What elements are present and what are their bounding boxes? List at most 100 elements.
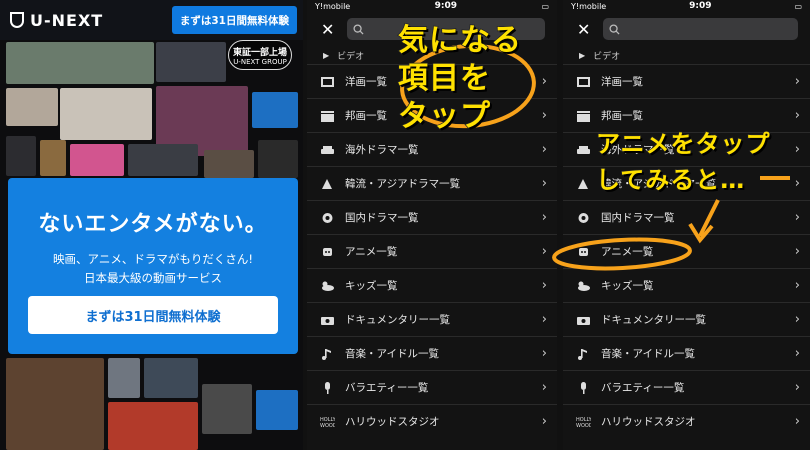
video-section-header[interactable]: ▶ ビデオ (563, 46, 810, 64)
menu-item-label: 洋画一覧 (601, 76, 643, 88)
chevron-right-icon: › (541, 210, 547, 225)
film-icon (575, 75, 591, 89)
poster-tile (6, 136, 36, 176)
hollywood-icon: HOLLY WOOD (575, 415, 591, 429)
menu-item-label: キッズ一覧 (601, 280, 654, 292)
tap-callout: 気になる 項目を タップ (397, 22, 522, 135)
menu-item[interactable]: HOLLY WOOD ハリウッドスタジオ › (307, 404, 557, 438)
menu-item-label: 音楽・アイドル一覧 (345, 348, 439, 360)
search-icon (353, 23, 364, 35)
close-icon[interactable]: ✕ (321, 20, 343, 39)
svg-text:WOOD: WOOD (576, 423, 591, 428)
poster-tile (156, 42, 226, 82)
menu-item-label: アニメ一覧 (601, 246, 654, 258)
sofa-icon (319, 143, 335, 157)
poster-tile (70, 144, 124, 176)
close-icon[interactable]: ✕ (577, 20, 599, 39)
triangle-right-icon: ▶ (323, 50, 330, 60)
chevron-right-icon: › (794, 176, 800, 191)
menu-item[interactable]: アニメ一覧 › (563, 234, 810, 268)
chevron-right-icon: › (794, 312, 800, 327)
robot-icon (319, 245, 335, 259)
unext-logo-icon (10, 12, 24, 28)
poster-tile (6, 358, 104, 450)
fan-icon (575, 177, 591, 191)
chevron-right-icon: › (794, 74, 800, 89)
battery-icon: ▭ (541, 1, 549, 11)
chevron-right-icon: › (541, 74, 547, 89)
chevron-right-icon: › (541, 414, 547, 429)
duck-icon (319, 279, 335, 293)
chevron-right-icon: › (541, 278, 547, 293)
menu-item-label: ドキュメンタリー一覧 (345, 314, 450, 326)
status-bar: Y!mobile 9:09 ▭ (315, 1, 549, 11)
menu-item-label: 国内ドラマ一覧 (345, 212, 419, 224)
menu-item[interactable]: バラエティー一覧 › (307, 370, 557, 404)
menu-item-label: ドキュメンタリー一覧 (601, 314, 706, 326)
chevron-right-icon: › (541, 346, 547, 361)
hero-headline: ないエンタメがない。 (38, 212, 268, 237)
hero-banner: ないエンタメがない。 映画、アニメ、ドラマがもりだくさん! 日本最大級の動画サー… (8, 178, 298, 354)
menu-item-label: 邦画一覧 (601, 110, 643, 122)
search-icon (609, 23, 620, 35)
hero-subtitle: 映画、アニメ、ドラマがもりだくさん! 日本最大級の動画サービス (53, 252, 253, 285)
poster-tile (258, 140, 298, 178)
menu-item-label: 海外ドラマ一覧 (345, 144, 419, 156)
film-icon (319, 75, 335, 89)
music-note-icon (319, 347, 335, 361)
chevron-right-icon: › (541, 380, 547, 395)
poster-tile (128, 144, 198, 176)
menu-item[interactable]: バラエティー一覧 › (563, 370, 810, 404)
poster-tile (108, 402, 198, 450)
chevron-right-icon: › (794, 380, 800, 395)
menu-item-label: 邦画一覧 (345, 110, 387, 122)
menu-item[interactable]: 洋画一覧 › (563, 64, 810, 98)
menu-item-label: バラエティー一覧 (345, 382, 429, 394)
status-bar: Y!mobile 9:09 ▭ (571, 1, 802, 11)
free-trial-header-button[interactable]: まずは31日間無料体験 (171, 6, 297, 34)
chevron-right-icon: › (794, 244, 800, 259)
battery-icon: ▭ (794, 1, 802, 11)
menu-item-label: キッズ一覧 (345, 280, 398, 292)
menu-item[interactable]: ドキュメンタリー一覧 › (307, 302, 557, 336)
menu-item[interactable]: ドキュメンタリー一覧 › (563, 302, 810, 336)
film-clapper-icon (319, 109, 335, 123)
menu-item[interactable]: 音楽・アイドル一覧 › (307, 336, 557, 370)
search-row: ✕ (563, 12, 810, 46)
flower-icon (575, 211, 591, 225)
sofa-icon (575, 143, 591, 157)
poster-tile (6, 88, 58, 126)
menu-item[interactable]: アニメ一覧 › (307, 234, 557, 268)
menu-item[interactable]: 国内ドラマ一覧 › (563, 200, 810, 234)
unext-logo[interactable]: U-NEXT (10, 11, 103, 30)
menu-item[interactable]: キッズ一覧 › (563, 268, 810, 302)
triangle-right-icon: ▶ (579, 50, 586, 60)
unext-landing-panel: U-NEXT まずは31日間無料体験 東証一部上場 U-NEXT GROUP な… (0, 0, 303, 450)
menu-item[interactable]: HOLLY WOOD ハリウッドスタジオ › (563, 404, 810, 438)
menu-item[interactable]: 国内ドラマ一覧 › (307, 200, 557, 234)
menu-item[interactable]: キッズ一覧 › (307, 268, 557, 302)
hollywood-icon: HOLLY WOOD (319, 415, 335, 429)
free-trial-button[interactable]: まずは31日間無料体験 (28, 296, 278, 334)
menu-item[interactable]: 音楽・アイドル一覧 › (563, 336, 810, 370)
search-input[interactable] (603, 18, 798, 40)
poster-tile (108, 358, 140, 398)
listed-badge: 東証一部上場 U-NEXT GROUP (228, 40, 292, 70)
poster-tile (202, 384, 252, 434)
chevron-right-icon: › (541, 108, 547, 123)
poster-tile (252, 92, 298, 128)
menu-item-label: 音楽・アイドル一覧 (601, 348, 695, 360)
menu-item-label: アニメ一覧 (345, 246, 398, 258)
chevron-right-icon: › (794, 346, 800, 361)
music-note-icon (575, 347, 591, 361)
menu-item-label: ハリウッドスタジオ (601, 416, 696, 428)
camera-icon (319, 313, 335, 327)
menu-item[interactable]: 韓流・アジアドラマ一覧 › (307, 166, 557, 200)
film-clapper-icon (575, 109, 591, 123)
chevron-right-icon: › (794, 210, 800, 225)
menu-item[interactable]: 海外ドラマ一覧 › (307, 132, 557, 166)
chevron-right-icon: › (541, 312, 547, 327)
chevron-right-icon: › (794, 414, 800, 429)
menu-item-label: 国内ドラマ一覧 (601, 212, 675, 224)
menu-item-label: バラエティー一覧 (601, 382, 685, 394)
